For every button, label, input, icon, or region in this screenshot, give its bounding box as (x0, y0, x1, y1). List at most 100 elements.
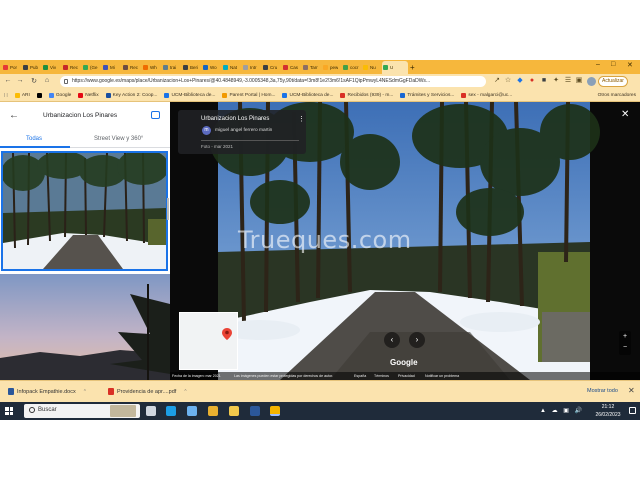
browser-tab[interactable]: Wh (142, 61, 162, 73)
browser-tab-active[interactable]: U (382, 61, 408, 74)
other-bookmarks-folder[interactable]: Otros marcadores (598, 93, 636, 98)
back-arrow-icon[interactable]: ← (9, 110, 19, 121)
chrome-active-icon[interactable] (270, 406, 280, 416)
bookmark-item[interactable] (36, 92, 42, 98)
chevron-up-icon[interactable]: ⌃ (83, 389, 87, 395)
minimize-icon[interactable]: – (596, 61, 600, 68)
bookmark-item[interactable]: Key Action 2: Coop... (105, 92, 157, 98)
browser-tab[interactable]: Beri (182, 61, 202, 73)
bookmark-item[interactable]: Netflix (78, 92, 99, 98)
tab-label: Viv (50, 64, 57, 70)
browser-tab[interactable]: Viv (42, 61, 62, 73)
terms-link[interactable]: Términos (374, 372, 389, 380)
browser-tab[interactable]: pew (322, 61, 342, 73)
bookmark-item[interactable]: UCM-Biblioteca de... (164, 92, 215, 98)
browser-tab[interactable]: Wo (202, 61, 222, 73)
bookmark-item[interactable]: sex - malgarci@uc... (461, 92, 512, 98)
download-item[interactable]: Providencia de apr....pdf ⌃ (108, 388, 188, 395)
reload-icon[interactable]: ↻ (28, 77, 40, 85)
zoom-in-icon[interactable]: + (619, 331, 631, 342)
browser-tab[interactable]: (Ge (82, 61, 102, 73)
browser-tab[interactable]: trai (162, 61, 182, 73)
task-view-icon[interactable] (146, 406, 156, 416)
download-item[interactable]: Infopack Empathie.docx ⌃ (8, 388, 87, 395)
browser-tab[interactable]: Mi (102, 61, 122, 73)
bookmark-label: Netflix (85, 92, 99, 98)
browser-tab[interactable]: Pub (22, 61, 42, 73)
browser-tab[interactable]: Por (2, 61, 22, 73)
country-link[interactable]: España (354, 372, 366, 380)
more-options-icon[interactable]: ⋮ (298, 115, 305, 123)
tab-todas[interactable]: Todas (26, 136, 42, 142)
lock-icon[interactable] (64, 79, 68, 84)
explorer-icon[interactable] (229, 406, 239, 416)
chrome-icon[interactable] (208, 406, 218, 416)
puzzle-icon[interactable]: ✦ (552, 77, 560, 85)
store-icon[interactable] (187, 406, 197, 416)
taskbar-search[interactable]: Buscar (24, 404, 140, 418)
reading-list-icon[interactable]: ☰ (564, 77, 572, 85)
browser-tab[interactable]: Tarr (302, 61, 322, 73)
apps-grid-icon[interactable]: ∷ (4, 92, 8, 99)
tab-label: Cas (290, 64, 299, 70)
maximize-icon[interactable]: □ (611, 61, 615, 68)
report-problem-link[interactable]: Notificar un problema (425, 372, 459, 380)
windows-taskbar: Buscar ▲ ☁ ▣ 🔊 21:12 26/02/2023 (0, 402, 640, 420)
photo-author[interactable]: miguel angel ferrero martin (215, 128, 272, 133)
bookmark-item[interactable]: Recibidos (939) - m... (340, 92, 393, 98)
bookmark-star-icon[interactable]: ☆ (504, 77, 512, 85)
bookmark-item[interactable]: Trámites y Servicios... (400, 92, 454, 98)
next-photo-button[interactable]: › (409, 332, 425, 348)
tab-street-view[interactable]: Street View y 360° (94, 136, 143, 142)
download-filename: Providencia de apr....pdf (117, 388, 177, 395)
clock-time[interactable]: 21:12 (594, 404, 622, 410)
system-tray[interactable]: ▲ ☁ ▣ 🔊 (540, 407, 584, 414)
back-icon[interactable]: ← (2, 77, 14, 84)
bookmark-item[interactable]: Parent Portal | Hom... (222, 92, 275, 98)
bookmark-item[interactable]: UCM-Biblioteca de... (282, 92, 333, 98)
place-title: Urbanizacion Los Pinares (43, 112, 118, 119)
photo-thumbnail-selected[interactable] (1, 151, 168, 271)
close-downloads-icon[interactable]: ✕ (628, 386, 635, 395)
edge-icon[interactable] (166, 406, 176, 416)
side-panel-icon[interactable]: ▣ (575, 77, 583, 85)
zoom-out-icon[interactable]: − (619, 342, 631, 353)
privacy-link[interactable]: Privacidad (398, 372, 415, 380)
share-icon[interactable]: ↗ (493, 77, 501, 85)
notifications-icon[interactable] (629, 407, 636, 414)
windows-start-icon[interactable] (5, 407, 13, 415)
street-view-viewer[interactable]: Urbanizacion Los Pinares m miguel angel … (170, 102, 640, 380)
panel-scrollbar[interactable] (167, 198, 169, 220)
browser-tab[interactable]: Rec (122, 61, 142, 73)
browser-tab[interactable]: Nat (222, 61, 242, 73)
browser-tab[interactable]: Rec (62, 61, 82, 73)
browser-tab[interactable]: Cas (282, 61, 302, 73)
browser-tab[interactable]: Intr (242, 61, 262, 73)
add-photo-icon[interactable] (151, 111, 160, 119)
close-icon[interactable]: ✕ (621, 109, 629, 120)
bookmark-item[interactable]: ARI (14, 92, 30, 98)
profile-avatar[interactable] (587, 77, 596, 86)
previous-photo-button[interactable]: ‹ (384, 332, 400, 348)
extension-icon[interactable]: ■ (540, 77, 548, 85)
photo-thumbnail[interactable] (0, 274, 170, 380)
browser-tab[interactable]: Cru (262, 61, 282, 73)
update-button[interactable]: Actualizar (598, 76, 628, 87)
show-all-downloads-link[interactable]: Mostrar todo (587, 388, 618, 394)
chevron-up-icon[interactable]: ⌃ (183, 389, 187, 395)
extension-icon[interactable]: ● (528, 77, 536, 85)
close-window-icon[interactable]: ✕ (627, 61, 633, 69)
bookmark-item[interactable]: Google (48, 92, 71, 98)
address-bar[interactable]: https://www.google.es/maps/place/Urbaniz… (60, 76, 486, 87)
author-avatar[interactable]: m (202, 126, 211, 135)
extension-icon[interactable]: ◆ (516, 77, 524, 85)
home-icon[interactable]: ⌂ (41, 77, 53, 84)
browser-tab[interactable]: cocr (342, 61, 362, 73)
mini-map[interactable] (179, 312, 238, 370)
clock-date[interactable]: 26/02/2023 (592, 412, 624, 418)
browser-tab[interactable]: Nu (362, 61, 382, 73)
forward-icon[interactable]: → (14, 77, 26, 84)
zoom-control[interactable]: + − (619, 331, 631, 355)
new-tab-button[interactable]: + (410, 63, 418, 72)
word-icon[interactable] (250, 406, 260, 416)
